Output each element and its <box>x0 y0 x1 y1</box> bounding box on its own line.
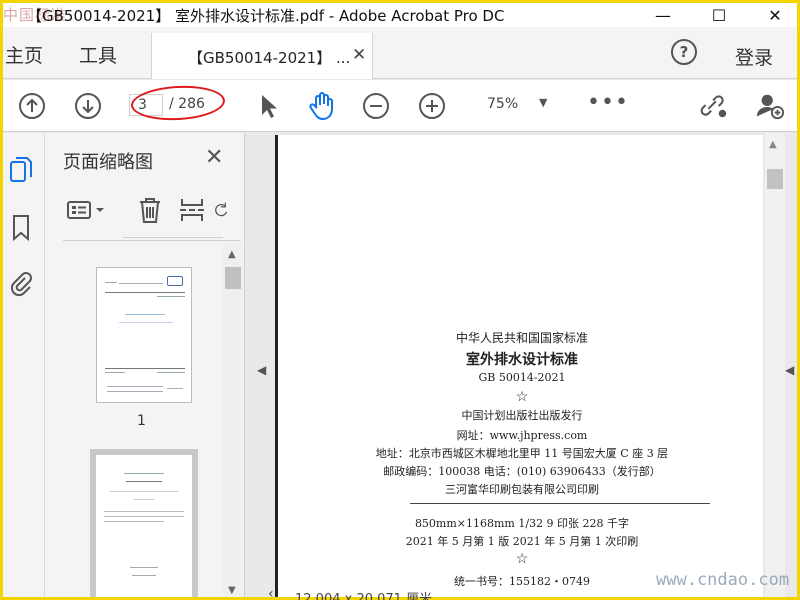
thumbnail-page-2 <box>96 455 192 597</box>
page-format: 850mm×1168mm 1/32 9 印张 228 千字 <box>414 517 630 530</box>
select-cursor-icon[interactable] <box>253 91 283 121</box>
zoom-out-icon[interactable] <box>361 91 391 121</box>
thumbnail-page-2-selected[interactable] <box>90 449 198 597</box>
panel-title: 页面缩略图 <box>63 152 153 173</box>
expand-right-panel-icon[interactable]: ◀ <box>785 363 794 377</box>
attachments-icon[interactable] <box>6 269 36 299</box>
thumbnail-scrollbar[interactable]: ▲ ▼ <box>223 243 243 597</box>
hand-tool-icon[interactable] <box>307 91 337 121</box>
toolbar: 3 / 286 75% ▼ ••• <box>3 80 797 132</box>
scroll-left-icon[interactable]: ‹ <box>268 586 274 600</box>
zoom-level[interactable]: 75% <box>487 96 518 112</box>
bookmarks-icon[interactable] <box>6 213 36 243</box>
share-link-icon[interactable] <box>699 91 729 121</box>
login-button[interactable]: 登录 <box>735 43 773 70</box>
rotate-page-icon[interactable] <box>213 193 229 227</box>
tab-tools[interactable]: 工具 <box>79 41 117 68</box>
page-star-1: ☆ <box>515 389 529 405</box>
panel-toolbar <box>63 185 241 241</box>
page-contact: 邮政编码：100038 电话：(010) 63906433（发行部） <box>383 465 661 478</box>
page-thumbnails-icon[interactable] <box>6 155 36 185</box>
pdf-page: 中华人民共和国国家标准 室外排水设计标准 GB 50014-2021 ☆ 中国计… <box>275 135 763 597</box>
left-rail <box>3 133 45 597</box>
tab-home[interactable]: 主页 <box>5 41 43 68</box>
page-address: 地址：北京市西城区木樨地北里甲 11 号国宏大厦 C 座 3 层 <box>375 447 669 460</box>
thumbnail-scroll-thumb[interactable] <box>225 267 241 289</box>
thumbnail-options-icon[interactable] <box>65 193 109 227</box>
page-standard-type: 中华人民共和国国家标准 <box>455 331 588 345</box>
extract-page-icon[interactable] <box>177 193 207 227</box>
more-tools-icon[interactable]: ••• <box>587 90 629 115</box>
page-standard-code: GB 50014-2021 <box>478 371 566 384</box>
thumbnail-list: 1 <box>45 243 223 597</box>
zoom-in-icon[interactable] <box>417 91 447 121</box>
document-view[interactable]: ◀ 中华人民共和国国家标准 室外排水设计标准 GB 50014-2021 ☆ 中… <box>245 133 797 597</box>
collapse-panel-icon[interactable]: ◀ <box>257 363 266 377</box>
minimize-button[interactable]: — <box>643 3 683 27</box>
document-tab-close-button[interactable]: ✕ <box>352 45 366 65</box>
thumbnail-panel: 页面缩略图 ✕ 1 ▲ ▼ <box>45 133 245 597</box>
document-tab-label: 【GB50014-2021】 ... <box>188 49 351 67</box>
page-star-2: ☆ <box>515 551 529 567</box>
maximize-button[interactable]: ☐ <box>699 3 739 27</box>
tab-bar: 主页 工具 【GB50014-2021】 ... ✕ ? 登录 <box>3 27 797 79</box>
panel-close-button[interactable]: ✕ <box>205 145 223 170</box>
page-total: / 286 <box>169 96 205 112</box>
add-user-icon[interactable] <box>755 91 785 121</box>
page-number-input[interactable]: 3 <box>129 94 163 116</box>
thumbnail-page-number: 1 <box>137 413 146 429</box>
page-rule <box>410 503 710 504</box>
thumbnail-page-1[interactable] <box>96 267 192 403</box>
document-scroll-thumb[interactable] <box>767 169 783 189</box>
document-scroll-up-icon[interactable]: ▲ <box>769 139 777 150</box>
document-scrollbar[interactable]: ▲ <box>765 133 785 597</box>
next-page-icon[interactable] <box>73 91 103 121</box>
zoom-dropdown-icon[interactable]: ▼ <box>539 96 547 109</box>
page-standard-title: 室外排水设计标准 <box>466 352 578 368</box>
gb-logo-thumbnail <box>167 276 183 286</box>
close-window-button[interactable]: ✕ <box>755 3 795 27</box>
scroll-down-icon[interactable]: ▼ <box>228 585 236 596</box>
page-website: 网址：www.jhpress.com <box>456 429 588 442</box>
delete-page-icon[interactable] <box>135 193 165 227</box>
help-icon[interactable]: ? <box>671 39 697 65</box>
title-bar: 中国标准 【GB50014-2021】 室外排水设计标准.pdf - Adobe… <box>3 3 797 27</box>
page-dimensions: 12.004 x 20.071 厘米 <box>295 592 433 600</box>
page-printer: 三河富华印刷包装有限公司印刷 <box>445 483 599 496</box>
previous-page-icon[interactable] <box>17 91 47 121</box>
window-title: 【GB50014-2021】 室外排水设计标准.pdf - Adobe Acro… <box>27 7 505 25</box>
scroll-up-icon[interactable]: ▲ <box>228 249 236 260</box>
site-watermark: www.cndao.com <box>656 570 790 590</box>
page-edition: 2021 年 5 月第 1 版 2021 年 5 月第 1 次印刷 <box>405 535 639 548</box>
document-tab[interactable]: 【GB50014-2021】 ... ✕ <box>151 33 373 79</box>
divider <box>123 237 223 238</box>
page-publisher: 中国计划出版社出版发行 <box>461 409 583 422</box>
